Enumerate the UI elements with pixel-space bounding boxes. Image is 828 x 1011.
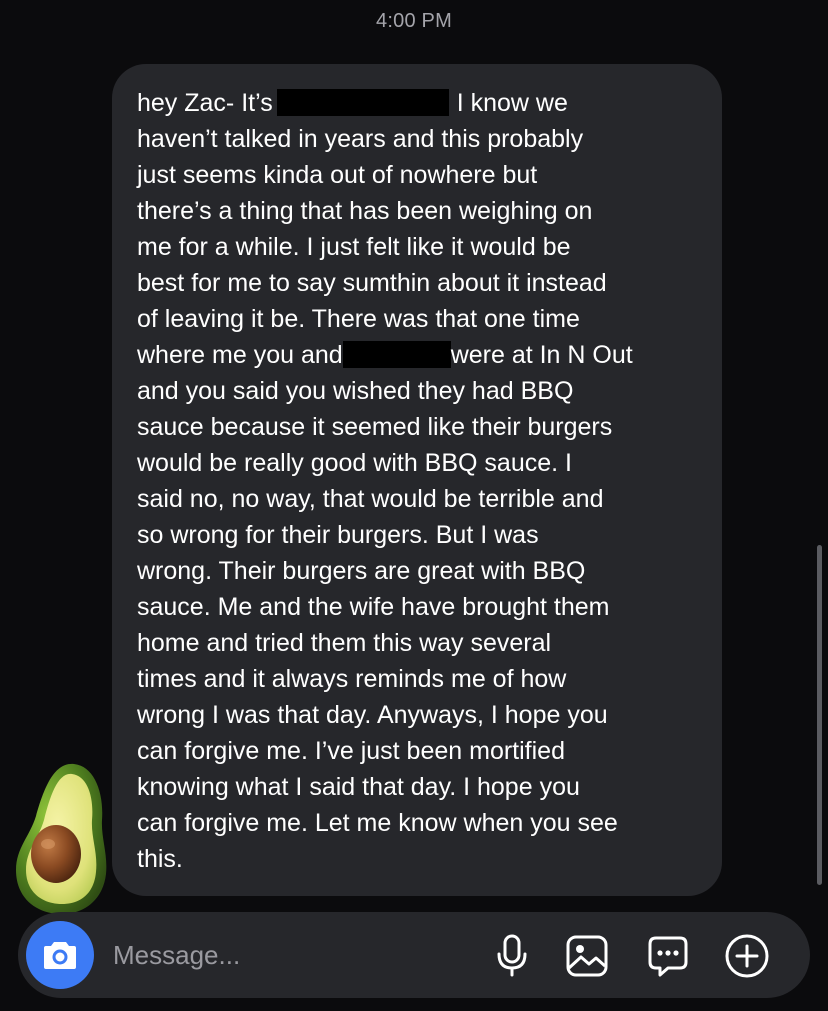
chat-screen: 4:00 PM hey Zac- It’s I know we haven’t t… (0, 0, 828, 1011)
message-line: knowing what I said that day. I hope you (137, 773, 580, 801)
scrollbar[interactable] (817, 545, 822, 885)
message-text: I know we (456, 89, 568, 117)
redacted-name-block (276, 89, 449, 116)
gallery-button[interactable] (564, 933, 610, 979)
gallery-icon (565, 934, 609, 978)
message-bubble[interactable]: hey Zac- It’s I know we haven’t talked in… (112, 64, 722, 896)
message-line: wrong I was that day. Anyways, I hope yo… (137, 701, 608, 729)
message-line: sauce because it seemed like their burge… (137, 413, 613, 441)
avocado-icon (12, 758, 112, 918)
message-line: haven’t talked in years and this probabl… (137, 125, 584, 153)
message-line: times and it always reminds me of how (137, 665, 567, 693)
message-line: and you said you wished they had BBQ (137, 377, 574, 405)
sticker-icon (646, 934, 690, 978)
message-line: best for me to say sumthin about it inst… (137, 269, 607, 297)
message-line: so wrong for their burgers. But I was (137, 521, 539, 549)
redacted-name-block (342, 341, 451, 368)
plus-icon (724, 933, 770, 979)
message-line: hey Zac- It’s I know we (137, 85, 702, 121)
microphone-button[interactable] (489, 933, 535, 979)
message-composer (18, 912, 810, 998)
message-line: me for a while. I just felt like it woul… (137, 233, 571, 261)
camera-icon (43, 940, 77, 970)
message-line: home and tried them this way several (137, 629, 552, 657)
message-input[interactable] (113, 936, 473, 974)
sticker-button[interactable] (645, 933, 691, 979)
camera-button[interactable] (26, 921, 94, 989)
message-line: there’s a thing that has been weighing o… (137, 197, 593, 225)
message-text: where me you and (137, 341, 343, 369)
message-text: were at In N Out (450, 341, 633, 369)
more-options-button[interactable] (724, 933, 770, 979)
message-line: sauce. Me and the wife have brought them (137, 593, 610, 621)
message-line: just seems kinda out of nowhere but (137, 161, 538, 189)
message-line: this. (137, 845, 183, 873)
message-line: would be really good with BBQ sauce. I (137, 449, 572, 477)
message-line: wrong. Their burgers are great with BBQ (137, 557, 586, 585)
message-line: can forgive me. I’ve just been mortified (137, 737, 565, 765)
message-line: said no, no way, that would be terrible … (137, 485, 604, 513)
message-line: of leaving it be. There was that one tim… (137, 305, 580, 333)
microphone-icon (495, 934, 529, 978)
message-text: hey Zac- It’s (137, 89, 273, 117)
message-timestamp: 4:00 PM (376, 10, 452, 32)
message-line: where me you and were at In N Out (137, 337, 702, 373)
message-line: can forgive me. Let me know when you see (137, 809, 618, 837)
